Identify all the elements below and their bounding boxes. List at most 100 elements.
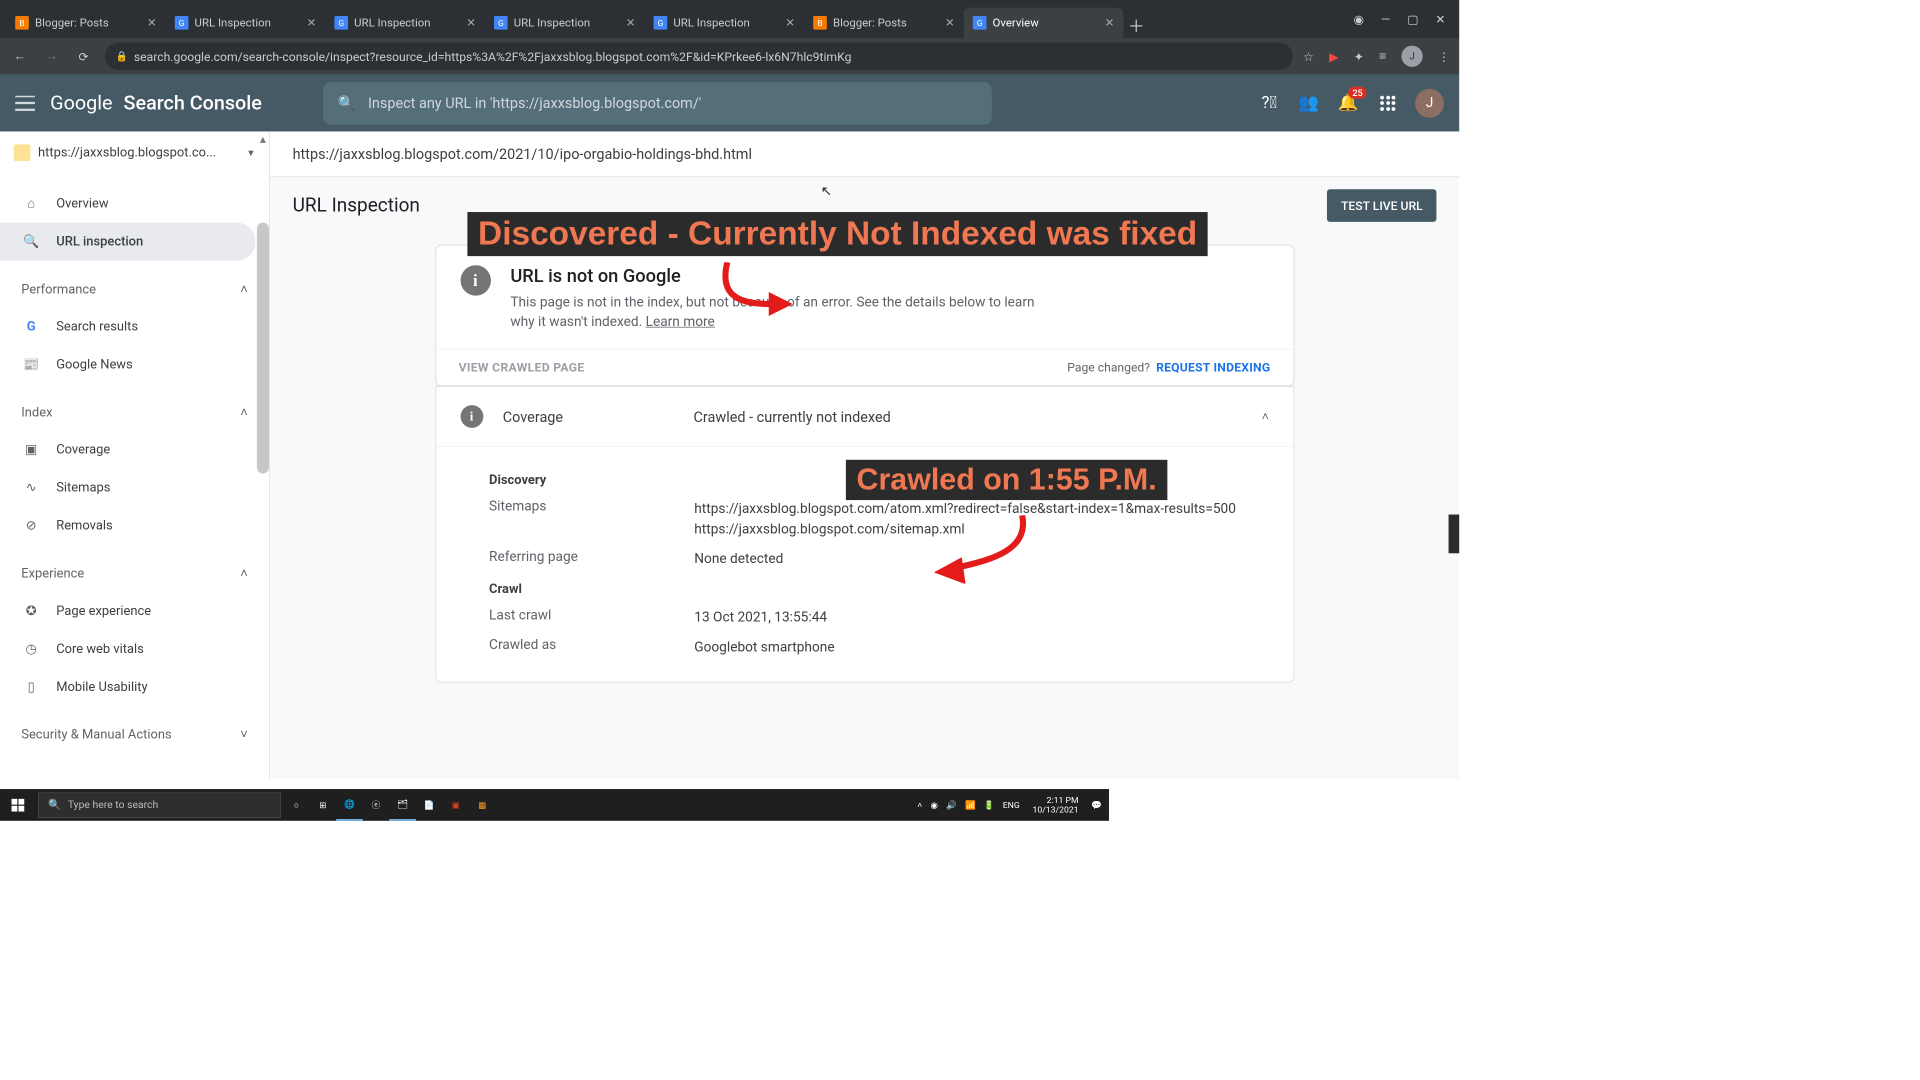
- taskbar-clock[interactable]: 2:11 PM10/13/2021: [1028, 795, 1083, 814]
- apps-launcher[interactable]: [1376, 91, 1400, 115]
- arrow-icon: [931, 515, 1037, 583]
- info-icon: i: [460, 265, 490, 295]
- nav-sitemaps[interactable]: ∿Sitemaps: [0, 469, 255, 507]
- taskbar-search[interactable]: 🔍Type here to search: [38, 792, 281, 817]
- reading-list-icon[interactable]: ≡: [1379, 49, 1386, 64]
- request-indexing-button[interactable]: REQUEST INDEXING: [1156, 360, 1270, 374]
- tray-expand-icon[interactable]: ˄: [917, 800, 922, 810]
- explorer-taskbar-icon[interactable]: 🗂: [389, 789, 416, 821]
- start-button[interactable]: [0, 789, 36, 821]
- nav-removals[interactable]: ⊘Removals: [0, 507, 255, 545]
- cortana-icon[interactable]: ○: [283, 789, 310, 821]
- extensions-icon[interactable]: ✦: [1354, 49, 1364, 63]
- mouse-cursor: ↖: [821, 183, 832, 199]
- profile-avatar[interactable]: J: [1401, 46, 1422, 67]
- action-center-icon[interactable]: 💬: [1091, 800, 1102, 810]
- menu-toggle[interactable]: [15, 95, 35, 110]
- search-icon: 🔍: [338, 94, 356, 111]
- section-performance[interactable]: Performance˄: [0, 271, 269, 307]
- scroll-up-icon[interactable]: ▴: [257, 131, 269, 145]
- maximize-icon[interactable]: ▢: [1407, 12, 1418, 26]
- nav-page-experience[interactable]: ✪Page experience: [0, 592, 255, 630]
- close-icon[interactable]: ✕: [626, 16, 636, 30]
- property-selector[interactable]: https://jaxxsblog.blogspot.co... ▼: [0, 131, 269, 174]
- nav-url-inspection[interactable]: 🔍URL inspection: [0, 223, 255, 261]
- close-icon[interactable]: ✕: [945, 16, 955, 30]
- tab-blogger-1[interactable]: BBlogger: Posts✕: [6, 8, 166, 38]
- help-icon[interactable]: ?⃝: [1257, 91, 1281, 115]
- scrollbar-thumb[interactable]: [257, 223, 269, 474]
- close-window-icon[interactable]: ✕: [1435, 12, 1445, 26]
- minimize-icon[interactable]: ―: [1381, 12, 1391, 26]
- coverage-icon: ▣: [23, 442, 40, 459]
- add-user-icon[interactable]: 👥: [1297, 91, 1321, 115]
- status-card: i URL is not on Google This page is not …: [435, 245, 1294, 387]
- back-button[interactable]: ←: [9, 46, 30, 67]
- windows-taskbar: 🔍Type here to search ○ ⊞ 🌐 ⓔ 🗂 📄 ▣ ▩ ˄ ◉…: [0, 789, 1109, 821]
- chrome-taskbar-icon[interactable]: 🌐: [336, 789, 363, 821]
- page-title: URL Inspection: [293, 195, 420, 217]
- section-security[interactable]: Security & Manual Actions˅: [0, 717, 269, 753]
- section-index[interactable]: Index˄: [0, 394, 269, 430]
- tab-urlinspect-4[interactable]: GURL Inspection✕: [644, 8, 804, 38]
- view-crawled-page-button[interactable]: VIEW CRAWLED PAGE: [459, 360, 585, 374]
- record-icon[interactable]: ◉: [1354, 12, 1365, 26]
- forward-button[interactable]: →: [41, 46, 62, 67]
- address-input[interactable]: 🔒 search.google.com/search-console/inspe…: [105, 43, 1293, 70]
- close-icon[interactable]: ✕: [466, 16, 476, 30]
- chevron-up-icon: ˄: [240, 405, 248, 420]
- notifications-icon[interactable]: 🔔25: [1336, 91, 1360, 115]
- tab-urlinspect-3[interactable]: GURL Inspection✕: [485, 8, 645, 38]
- nav-overview[interactable]: ⌂Overview: [0, 185, 255, 223]
- nav-coverage[interactable]: ▣Coverage: [0, 431, 255, 469]
- close-icon[interactable]: ✕: [147, 16, 157, 30]
- close-icon[interactable]: ✕: [307, 16, 317, 30]
- close-icon[interactable]: ✕: [1105, 16, 1115, 30]
- nav-google-news[interactable]: 📰Google News: [0, 346, 255, 384]
- reload-button[interactable]: ⟳: [73, 46, 94, 67]
- sublime-taskbar-icon[interactable]: ▩: [469, 789, 496, 821]
- main-content: https://jaxxsblog.blogspot.com/2021/10/i…: [270, 131, 1459, 779]
- close-icon[interactable]: ✕: [785, 16, 795, 30]
- news-icon: 📰: [23, 356, 40, 373]
- tab-urlinspect-2[interactable]: GURL Inspection✕: [325, 8, 485, 38]
- app-header: Google Search Console 🔍 Inspect any URL …: [0, 74, 1459, 131]
- crawl-heading: Crawl: [489, 582, 1240, 597]
- language-indicator[interactable]: ENG: [1003, 800, 1020, 810]
- inspect-url-search[interactable]: 🔍 Inspect any URL in 'https://jaxxsblog.…: [323, 82, 992, 125]
- section-experience[interactable]: Experience˄: [0, 556, 269, 592]
- sidebar: ▴ https://jaxxsblog.blogspot.co... ▼ ⌂Ov…: [0, 131, 270, 779]
- coverage-status: Crawled - currently not indexed: [694, 408, 891, 425]
- new-tab-button[interactable]: ＋: [1123, 12, 1149, 38]
- page-experience-icon: ✪: [23, 603, 40, 620]
- star-icon[interactable]: ☆: [1303, 49, 1314, 63]
- powerpoint-taskbar-icon[interactable]: ▣: [442, 789, 469, 821]
- notepad-taskbar-icon[interactable]: 📄: [416, 789, 443, 821]
- menu-icon[interactable]: ⋮: [1438, 49, 1450, 63]
- system-tray: ˄ ◉ 🔊 📶 🔋 ENG 2:11 PM10/13/2021 💬: [910, 795, 1109, 814]
- nav-core-web-vitals[interactable]: ◷Core web vitals: [0, 630, 255, 668]
- coverage-row[interactable]: i Coverage Crawled - currently not index…: [436, 387, 1293, 447]
- annotation-clock-time: 2:11 P.M.: [1449, 515, 1459, 554]
- sitemap-icon: ∿: [23, 480, 40, 497]
- test-live-url-button[interactable]: TEST LIVE URL: [1327, 189, 1436, 222]
- account-avatar[interactable]: J: [1415, 89, 1444, 118]
- nav-search-results[interactable]: GSearch results: [0, 308, 255, 346]
- volume-icon[interactable]: 🔊: [946, 800, 957, 810]
- tab-blogger-2[interactable]: BBlogger: Posts✕: [804, 8, 964, 38]
- battery-icon[interactable]: 🔋: [984, 800, 995, 810]
- gsc-icon: G: [334, 16, 348, 30]
- info-icon: i: [460, 405, 483, 428]
- wifi-icon[interactable]: 📶: [965, 800, 976, 810]
- tab-overview[interactable]: GOverview✕: [964, 8, 1124, 38]
- recording-icon[interactable]: ◉: [930, 800, 938, 810]
- google-g-icon: G: [23, 318, 40, 335]
- ie-taskbar-icon[interactable]: ⓔ: [363, 789, 390, 821]
- tab-urlinspect-1[interactable]: GURL Inspection✕: [166, 8, 326, 38]
- property-label: https://jaxxsblog.blogspot.co...: [38, 145, 216, 160]
- search-placeholder: Inspect any URL in 'https://jaxxsblog.bl…: [368, 94, 701, 111]
- search-icon: 🔍: [48, 799, 61, 811]
- nav-mobile-usability[interactable]: ▯Mobile Usability: [0, 668, 255, 706]
- task-view-icon[interactable]: ⊞: [310, 789, 337, 821]
- youtube-icon[interactable]: ▶: [1329, 49, 1338, 63]
